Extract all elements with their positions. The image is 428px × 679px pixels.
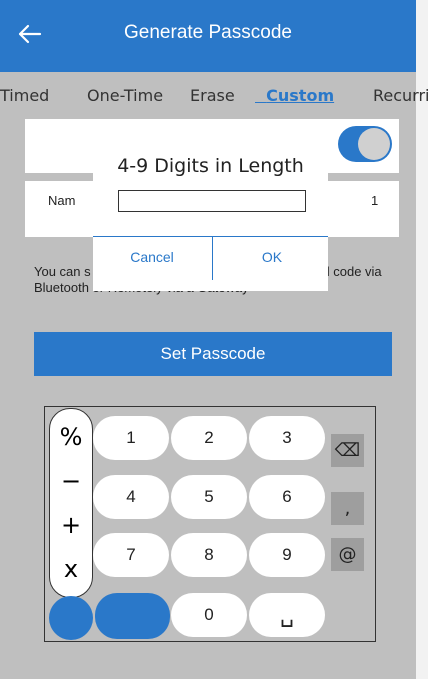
- page-title: Generate Passcode: [124, 22, 292, 43]
- name-count: 1: [371, 193, 379, 208]
- symbol-keys: % − + x: [49, 408, 93, 598]
- key-4[interactable]: 4: [93, 475, 169, 519]
- key-5[interactable]: 5: [171, 475, 247, 519]
- set-passcode-button[interactable]: Set Passcode: [34, 332, 392, 376]
- tab-custom-label: Custom: [266, 86, 335, 105]
- key-3[interactable]: 3: [249, 416, 325, 460]
- key-0[interactable]: 0: [171, 593, 247, 637]
- cancel-button[interactable]: Cancel: [93, 237, 211, 277]
- tab-erase[interactable]: Erase: [190, 86, 235, 105]
- app-header: Generate Passcode: [0, 0, 416, 72]
- key-6[interactable]: 6: [249, 475, 325, 519]
- key-1[interactable]: 1: [93, 416, 169, 460]
- at-key[interactable]: @: [331, 538, 364, 571]
- times-key[interactable]: x: [50, 555, 92, 583]
- passcode-dialog: 4-9 Digits in Length Cancel OK: [93, 139, 328, 291]
- comma-key[interactable]: ,: [331, 492, 364, 525]
- tab-timed[interactable]: Timed: [0, 86, 49, 105]
- shift-key[interactable]: [49, 596, 93, 640]
- key-7[interactable]: 7: [93, 533, 169, 577]
- key-8[interactable]: 8: [171, 533, 247, 577]
- ok-button[interactable]: OK: [213, 237, 331, 277]
- dialog-heading: 4-9 Digits in Length: [117, 155, 304, 177]
- name-label: Nam: [48, 193, 76, 208]
- tab-one-time[interactable]: One-Time: [87, 86, 163, 105]
- minus-key[interactable]: −: [50, 467, 92, 495]
- key-2[interactable]: 2: [171, 416, 247, 460]
- passcode-input[interactable]: [118, 190, 306, 212]
- backspace-key[interactable]: ⌫: [331, 434, 364, 467]
- tab-custom[interactable]: Custom: [255, 86, 334, 105]
- tab-recurring[interactable]: Recurri: [373, 86, 428, 105]
- toggle-knob: [358, 128, 390, 160]
- space-key[interactable]: ␣: [249, 593, 325, 637]
- percent-key[interactable]: %: [50, 423, 92, 451]
- key-9[interactable]: 9: [249, 533, 325, 577]
- custom-toggle[interactable]: [338, 126, 392, 162]
- tab-bar: Timed One-Time Erase Custom Recurri: [0, 86, 428, 110]
- info-text-start: You can s: [34, 264, 91, 279]
- mode-key[interactable]: [95, 593, 170, 639]
- plus-key[interactable]: +: [50, 511, 92, 539]
